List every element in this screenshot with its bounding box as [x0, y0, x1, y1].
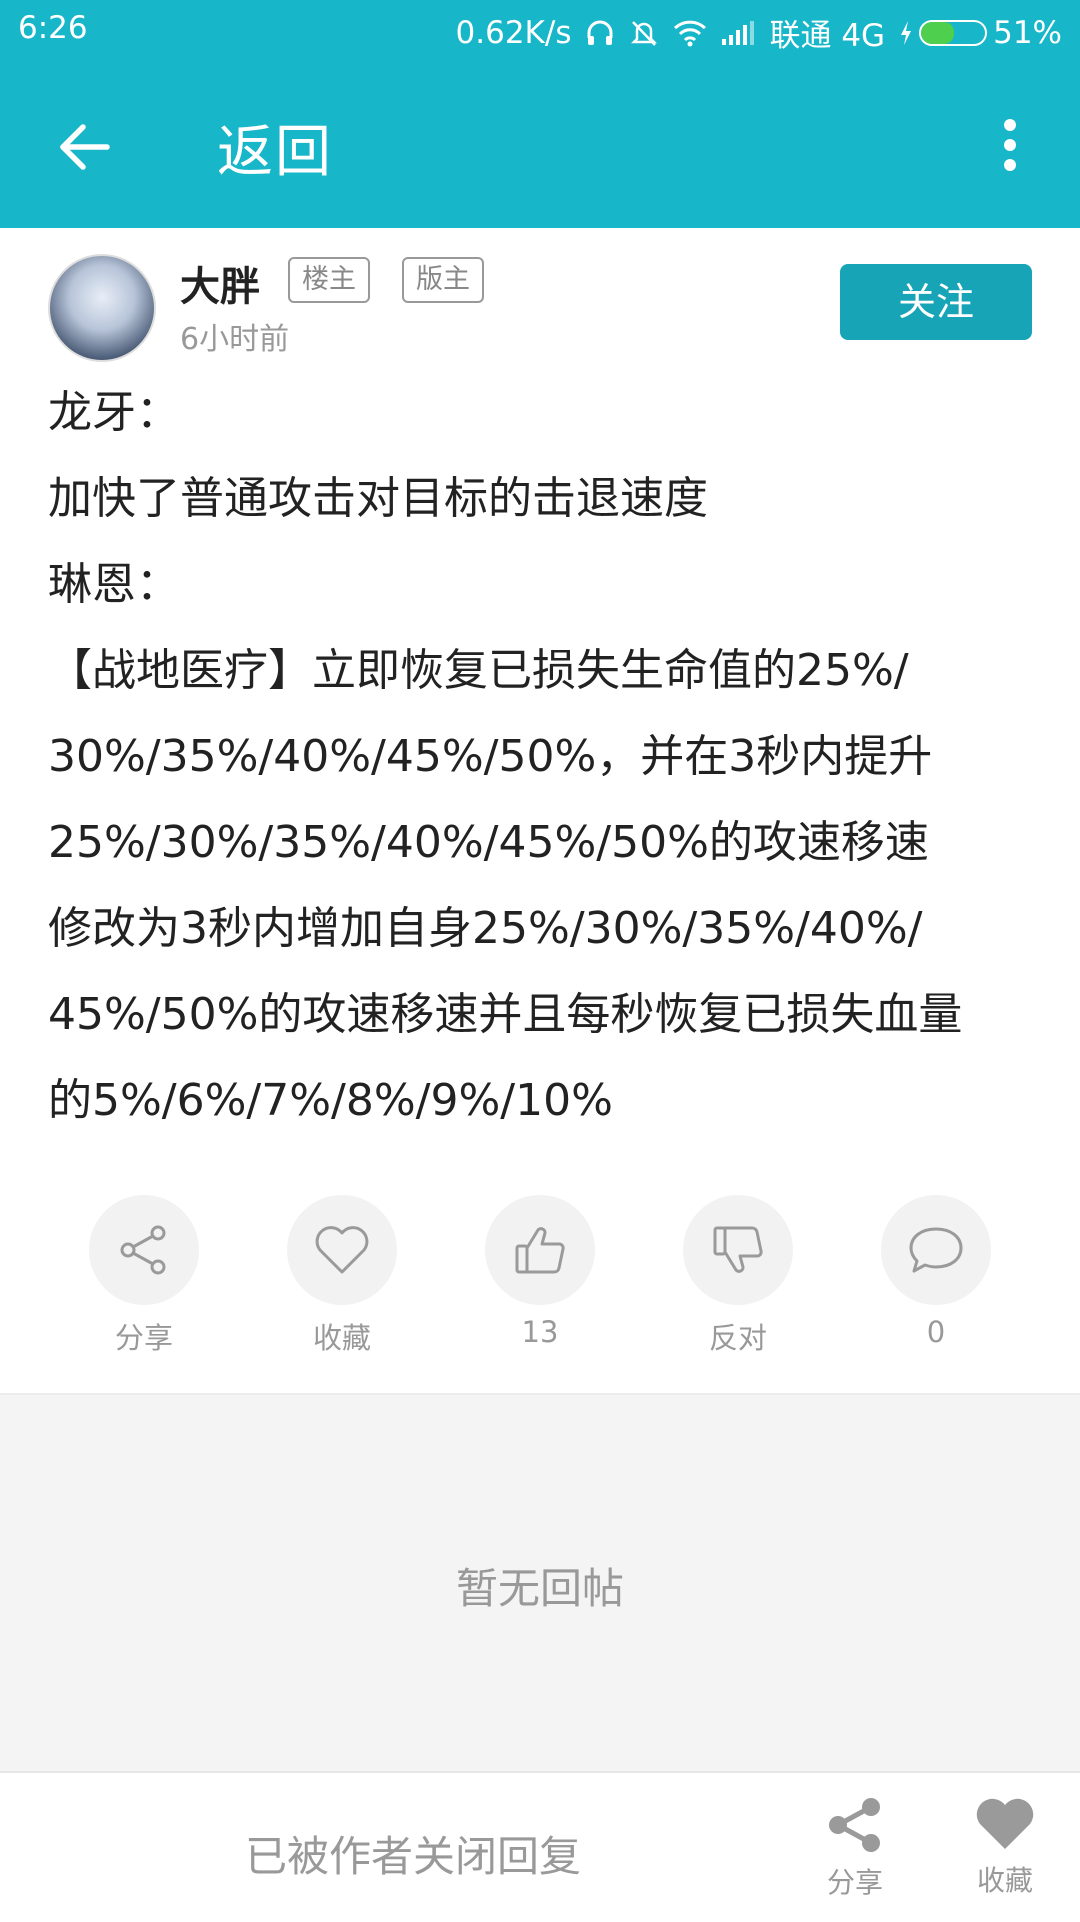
status-bar: 6:26 0.62K/s 联通 4G 51% — [0, 0, 1080, 60]
content-line: 加快了普通攻击对目标的击退速度 — [48, 473, 708, 524]
status-time: 6:26 — [18, 10, 88, 46]
author-avatar[interactable] — [48, 254, 156, 362]
headphone-icon — [585, 18, 615, 48]
favorite-label: 收藏 — [312, 1321, 371, 1355]
author-name[interactable]: 大胖 — [180, 254, 260, 312]
content-line: 修改为3秒内增加自身25%/30%/35%/40%/ — [48, 903, 923, 954]
battery-percent: 51% — [993, 14, 1062, 51]
content-line: 龙牙： — [48, 387, 180, 438]
like-action-button[interactable]: 13 — [485, 1195, 595, 1349]
net-speed: 0.62K/s — [455, 14, 572, 51]
back-button[interactable] — [40, 112, 130, 182]
share-icon — [89, 1195, 199, 1305]
page-title[interactable]: 返回 — [217, 107, 333, 188]
bottom-bar: 已被作者关闭回复 分享 收藏 — [0, 1771, 1080, 1922]
replies-closed-text: 已被作者关闭回复 — [245, 1832, 582, 1881]
badge-moderator: 版主 — [402, 257, 484, 303]
comment-icon — [881, 1195, 991, 1305]
bottom-share-label: 分享 — [826, 1866, 883, 1899]
follow-button[interactable]: 关注 — [840, 264, 1032, 340]
content-line: 的5%/6%/7%/8%/9%/10% — [48, 1075, 613, 1126]
empty-replies-text: 暂无回帖 — [455, 1564, 624, 1613]
app-bar: 返回 — [0, 70, 1080, 220]
top-header: 6:26 0.62K/s 联通 4G 51% 返回 — [0, 0, 1080, 228]
post-actions: 分享 收藏 13 反对 0 — [0, 1195, 1080, 1355]
share-label: 分享 — [114, 1321, 173, 1355]
arrow-left-icon — [60, 124, 110, 170]
more-vertical-icon — [1004, 119, 1016, 171]
bottom-share-button[interactable]: 分享 — [800, 1795, 910, 1901]
badge-thread-owner: 楼主 — [288, 257, 370, 303]
post-time: 6小时前 — [180, 322, 290, 357]
comment-count: 0 — [926, 1315, 946, 1349]
carrier-label: 联通 4G — [769, 18, 886, 54]
favorite-action-button[interactable]: 收藏 — [287, 1195, 397, 1357]
content-line: 25%/30%/35%/40%/45%/50%的攻速移速 — [48, 817, 929, 868]
more-options-button[interactable] — [980, 100, 1040, 190]
content-line: 30%/35%/40%/45%/50%，并在3秒内提升 — [48, 731, 933, 782]
content-line: 【战地医疗】立即恢复已损失生命值的25%/ — [48, 645, 909, 696]
wifi-icon — [673, 19, 707, 47]
heart-filled-icon — [976, 1798, 1034, 1849]
bottom-favorite-label: 收藏 — [976, 1864, 1033, 1897]
thumbs-down-icon — [683, 1195, 793, 1305]
share-filled-icon — [829, 1798, 880, 1852]
dislike-label: 反对 — [708, 1321, 767, 1355]
signal-icon — [721, 20, 755, 46]
content-line: 45%/50%的攻速移速并且每秒恢复已损失血量 — [48, 989, 963, 1040]
dislike-action-button[interactable]: 反对 — [683, 1195, 793, 1357]
post-content: 龙牙： 加快了普通攻击对目标的击退速度 琳恩： 【战地医疗】立即恢复已损失生命值… — [48, 370, 1038, 1144]
share-action-button[interactable]: 分享 — [89, 1195, 199, 1357]
comment-action-button[interactable]: 0 — [881, 1195, 991, 1349]
heart-icon — [287, 1195, 397, 1305]
replies-section: 暂无回帖 — [0, 1393, 1080, 1773]
battery-icon — [919, 19, 988, 46]
mute-bell-icon — [629, 18, 659, 48]
charging-icon — [901, 20, 912, 45]
battery-fill — [921, 21, 954, 44]
like-count: 13 — [521, 1315, 559, 1349]
content-line: 琳恩： — [48, 559, 180, 610]
status-indicators: 0.62K/s 联通 4G 51% — [456, 10, 1062, 55]
bottom-favorite-button[interactable]: 收藏 — [950, 1795, 1060, 1899]
battery-indicator: 51% — [899, 15, 1062, 51]
thumbs-up-icon — [485, 1195, 595, 1305]
